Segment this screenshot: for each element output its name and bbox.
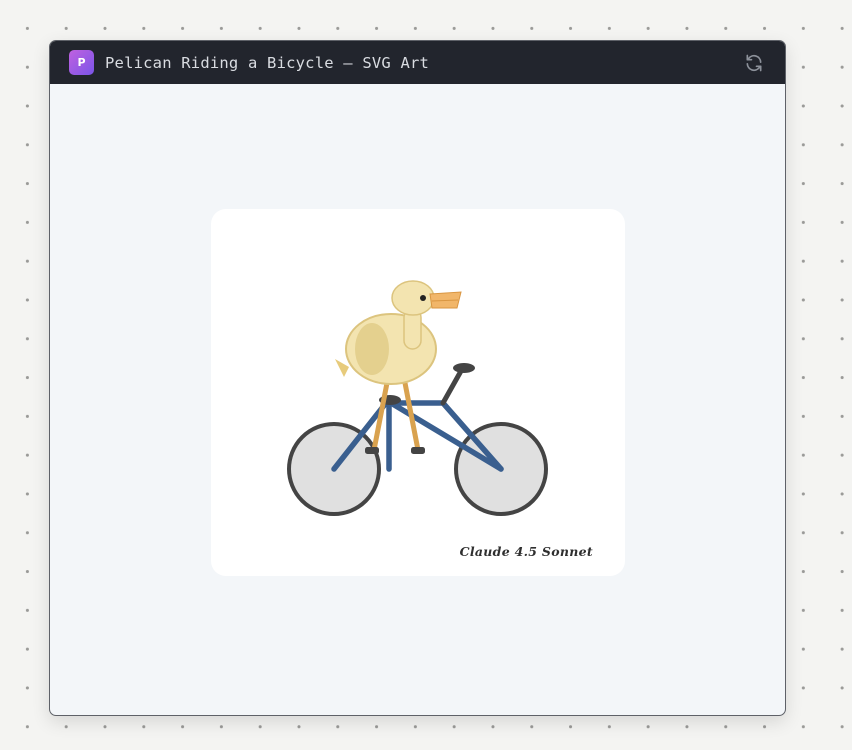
app-icon: P bbox=[69, 50, 94, 75]
pelican-head bbox=[391, 280, 435, 316]
left-pedal bbox=[365, 447, 379, 454]
window-title: Pelican Riding a Bicycle — SVG Art bbox=[105, 53, 430, 72]
handlebar-stem bbox=[440, 368, 464, 406]
pelican-bicycle-illustration bbox=[287, 280, 548, 516]
handlebar-grip bbox=[453, 363, 475, 373]
title-bar: P Pelican Riding a Bicycle — SVG Art bbox=[50, 41, 785, 84]
signature-text: Claude 4.5 Sonnet bbox=[459, 544, 593, 559]
pelican-tail bbox=[335, 359, 349, 377]
pelican-wing bbox=[355, 323, 389, 375]
app-window: P Pelican Riding a Bicycle — SVG Art Cla… bbox=[49, 40, 786, 716]
pelican-eye bbox=[420, 295, 426, 301]
right-pedal bbox=[411, 447, 425, 454]
artwork-card: Claude 4.5 Sonnet bbox=[211, 209, 625, 576]
refresh-icon[interactable] bbox=[743, 52, 765, 74]
pelican-legs bbox=[371, 380, 421, 453]
